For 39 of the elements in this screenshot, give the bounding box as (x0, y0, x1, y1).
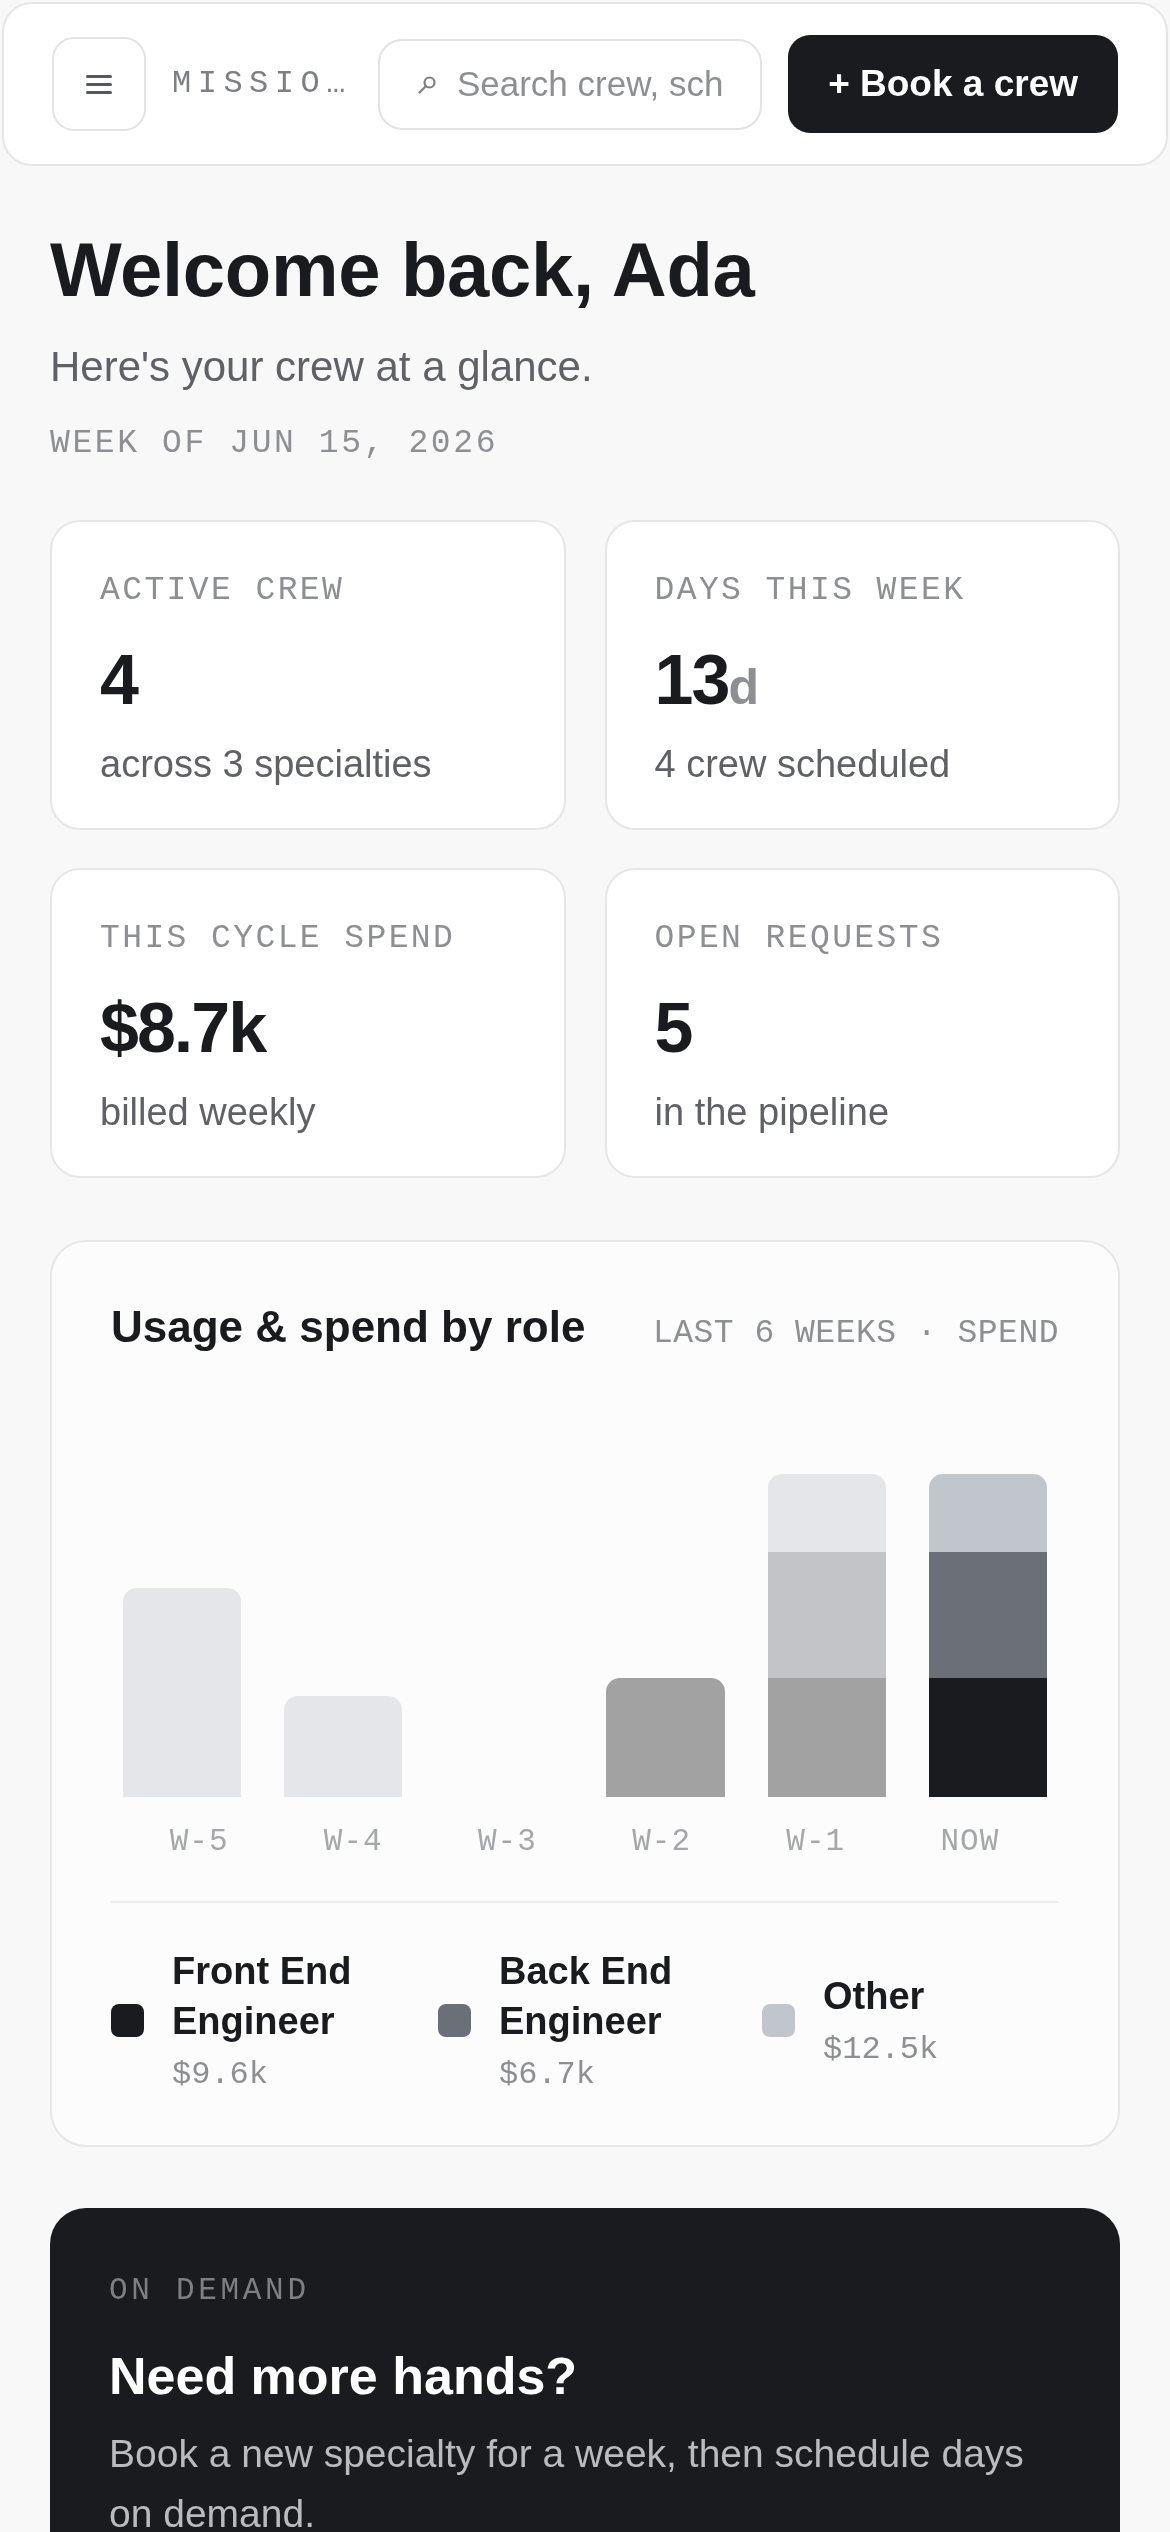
stat-note: across 3 specialties (100, 742, 432, 787)
stat-note: in the pipeline (654, 1090, 889, 1135)
page-subtitle: Here's your crew at a glance. (50, 342, 593, 392)
promo-text: Book a new specialty for a week, then schedule days on demand. (109, 2431, 1025, 2532)
week-label: W-4 (323, 1824, 383, 1859)
week-label: W-2 (632, 1824, 691, 1859)
promo-eyebrow: ON DEMAND (109, 2272, 310, 2310)
menu-button[interactable] (52, 37, 146, 131)
legend-label: Front End Engineer (172, 1949, 353, 2044)
chart-title: Usage & spend by role (111, 1301, 586, 1353)
stat-value: $8.7k (100, 988, 266, 1068)
legend-value: $6.7k (499, 2055, 595, 2095)
stat-value: 13 (654, 640, 729, 720)
stat-label: DAYS THIS WEEK (654, 571, 966, 611)
menu-icon (86, 74, 112, 94)
stat-label: OPEN REQUESTS (654, 919, 944, 959)
week-label: W-1 (786, 1824, 846, 1859)
promo-title: Need more hands? (109, 2346, 578, 2407)
stat-label: THIS CYCLE SPEND (100, 919, 456, 959)
stat-value: 5 (654, 988, 692, 1068)
week-label: NOW (940, 1824, 1000, 1859)
legend-label: Other (823, 1974, 925, 2019)
book-crew-button[interactable]: + Book a crew (788, 35, 1118, 133)
week-label: W-3 (478, 1824, 537, 1859)
search-field[interactable]: Search crew, sch (377, 38, 763, 130)
stat-label: ACTIVE CREW (100, 571, 345, 611)
stat-unit: d (728, 659, 759, 717)
page-title: Welcome back, Ada (50, 228, 755, 312)
legend-value: $12.5k (823, 2030, 939, 2070)
chart-subtitle: LAST 6 WEEKS · SPEND (652, 1314, 1059, 1354)
stat-value: 4 (100, 640, 137, 720)
date-label: WEEK OF JUN 15, 2026 (50, 425, 499, 463)
stat-note: billed weekly (100, 1090, 316, 1135)
search-icon (417, 75, 436, 94)
legend-label: Back End Engineer (499, 1949, 674, 2044)
week-label: W-5 (169, 1824, 229, 1859)
app-title: MISSIO… (172, 64, 352, 104)
legend-value: $9.6k (172, 2055, 268, 2095)
stat-note: 4 crew scheduled (654, 742, 951, 787)
